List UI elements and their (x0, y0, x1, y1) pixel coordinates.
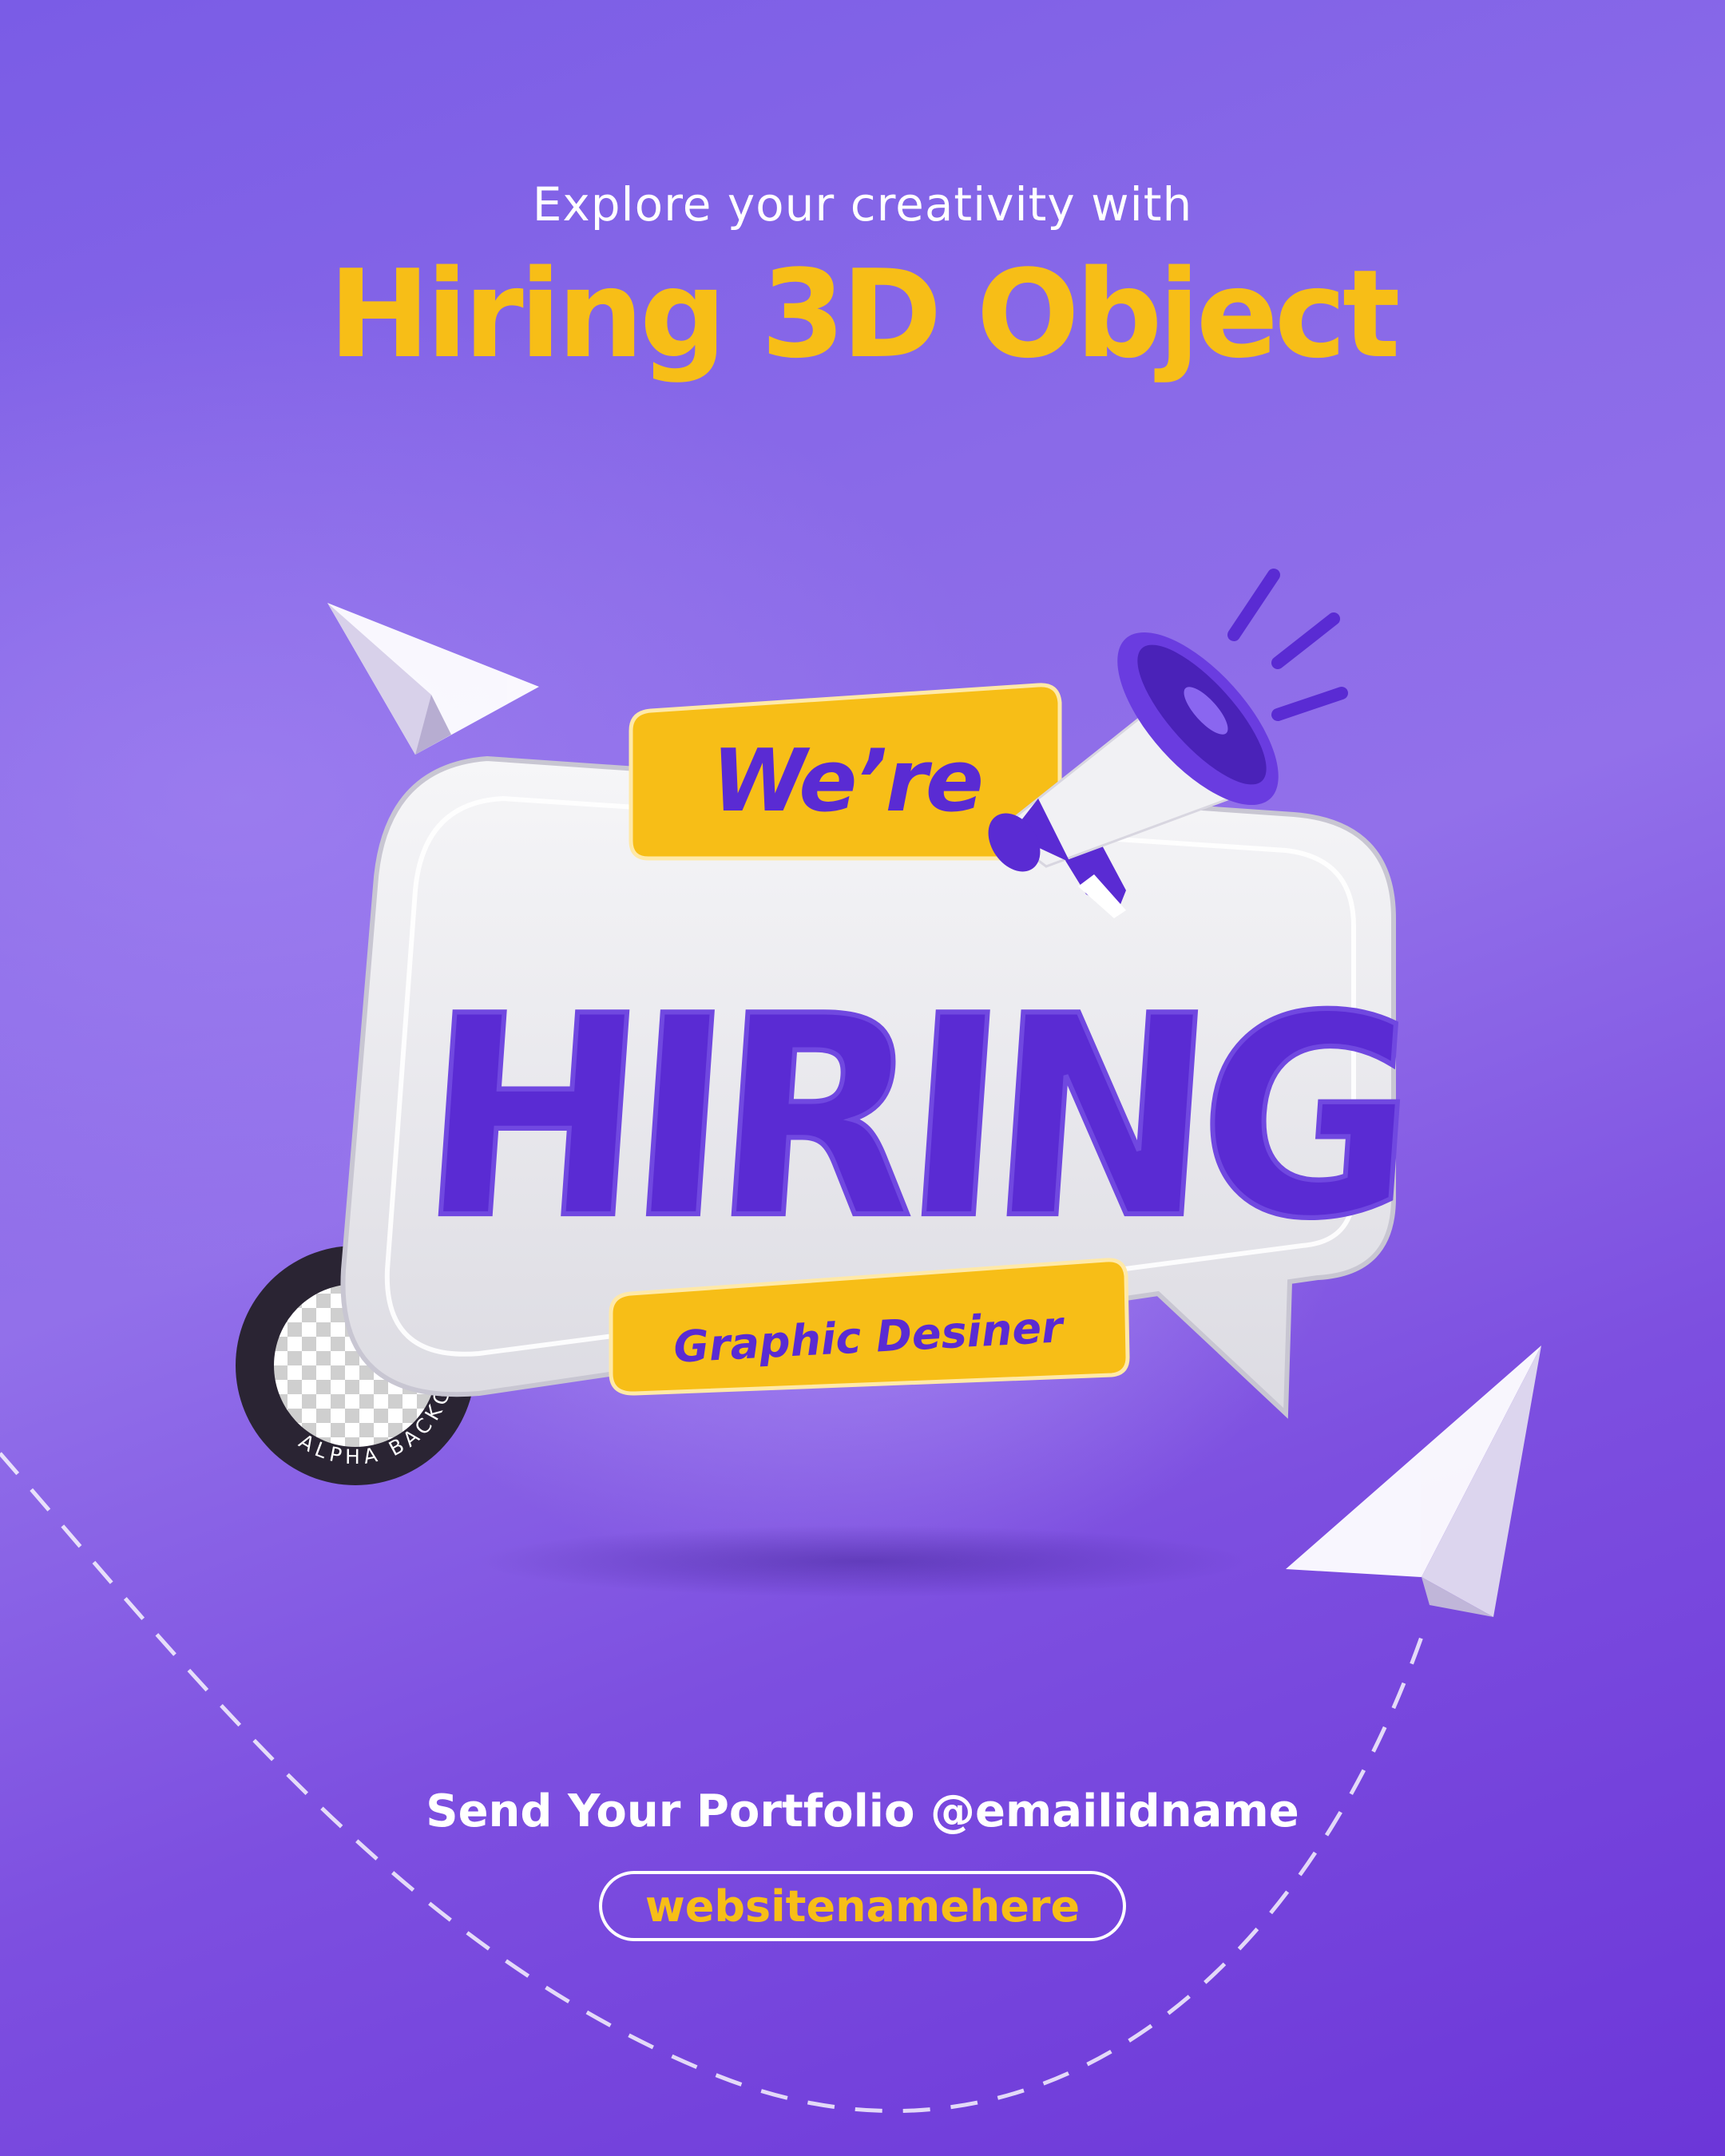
portfolio-cta: Send Your Portfolio @emailidname (426, 1785, 1299, 1837)
website-link[interactable]: websitenamehere (599, 1871, 1126, 1941)
hiring-poster: Explore your creativity with Hiring 3D O… (0, 0, 1725, 2156)
